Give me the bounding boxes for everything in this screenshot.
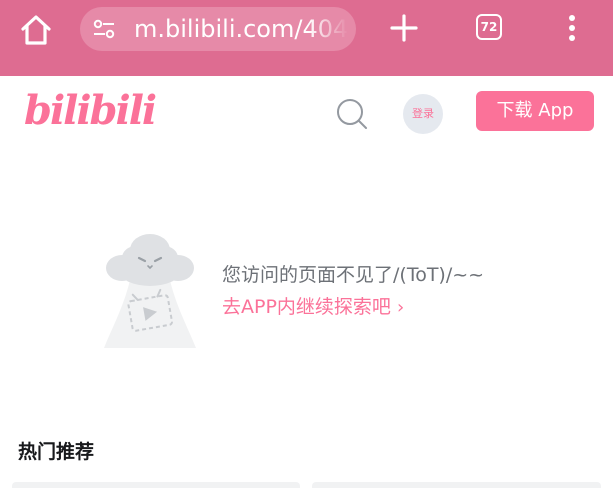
more-vertical-icon [569,15,575,41]
ghost-mascot-icon [104,234,196,348]
tab-switcher-button[interactable]: 72 [474,12,506,44]
tab-switcher-icon: 72 [476,14,502,40]
site-settings-icon [93,19,115,39]
new-tab-button[interactable] [386,10,422,46]
hot-recommend-title: 热门推荐 [18,441,95,463]
video-card[interactable] [12,482,300,488]
open-in-app-link[interactable]: 去APP内继续探索吧 › [222,294,404,321]
search-icon [337,99,367,129]
login-button[interactable]: 登录 [403,94,443,134]
chevron-right-icon: › [396,297,405,318]
home-icon [21,15,51,45]
browser-toolbar: m.bilibili.com/404 72 [0,0,613,76]
home-button[interactable] [18,12,54,48]
video-card[interactable] [312,482,601,488]
url-text: m.bilibili.com/404 [134,15,348,43]
address-bar[interactable]: m.bilibili.com/404 [80,7,356,51]
not-found-message: 您访问的页面不见了/(ToT)/~~ [222,264,485,286]
open-in-app-label: 去APP内继续探索吧 [222,296,391,318]
site-header: bilibili 登录 下载 App [0,76,613,146]
feed-cards-peek [12,482,601,488]
bilibili-logo[interactable]: bilibili [24,90,157,132]
search-button[interactable] [332,94,372,134]
browser-menu-button[interactable] [560,10,584,46]
download-app-button[interactable]: 下载 App [476,91,594,131]
tab-count: 72 [480,20,498,34]
plus-icon [390,14,418,42]
